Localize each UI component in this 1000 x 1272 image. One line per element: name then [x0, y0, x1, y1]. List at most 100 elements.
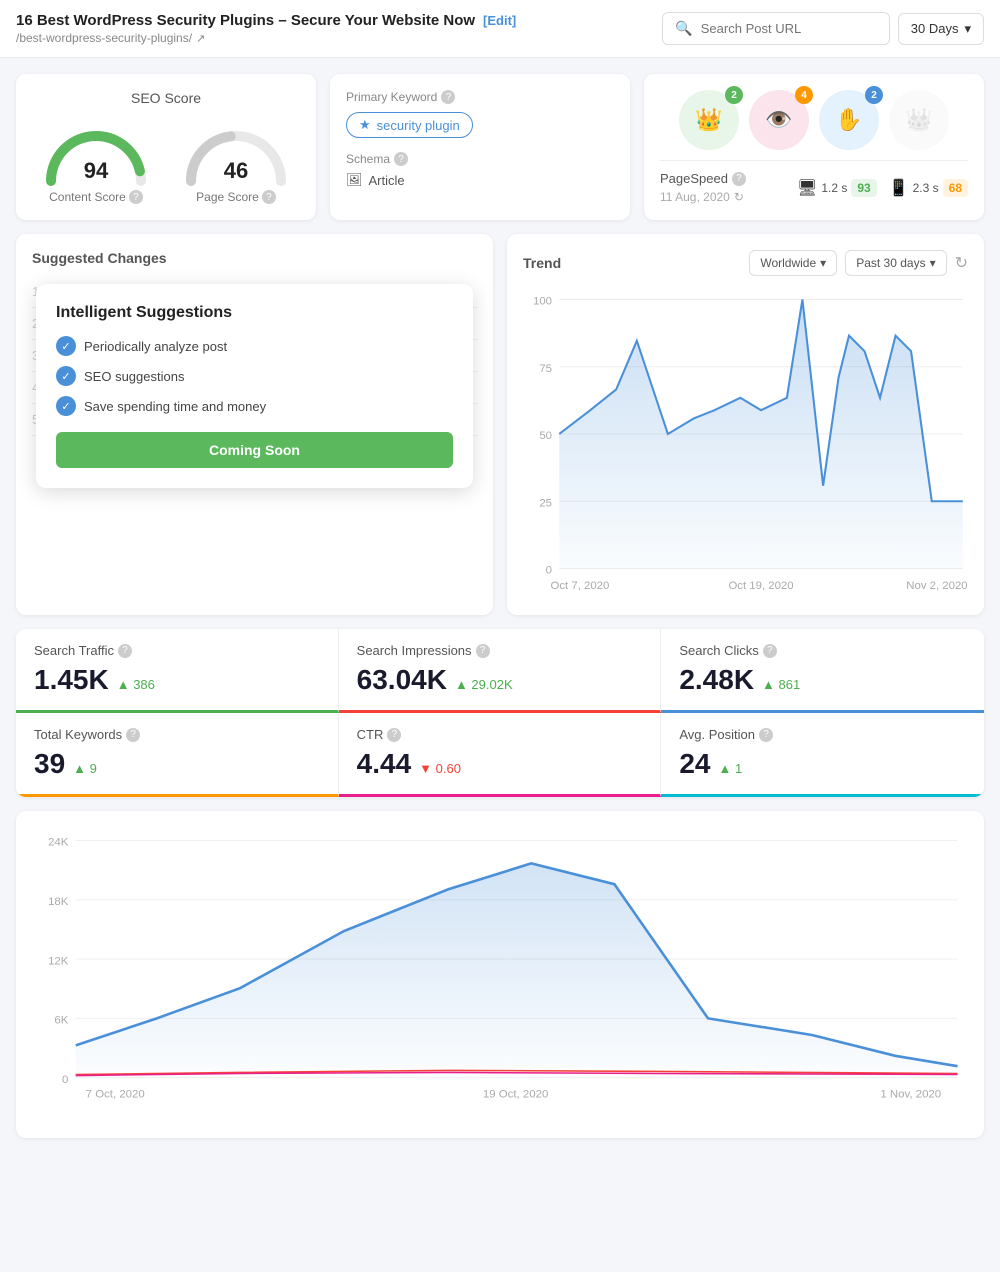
bot-y-24k: 24K: [48, 837, 69, 849]
search-traffic-help[interactable]: ?: [118, 644, 132, 658]
primary-keyword-label: Primary Keyword ?: [346, 90, 614, 104]
pagespeed-date: 11 Aug, 2020 ↻: [660, 190, 746, 204]
search-clicks-label: Search Clicks ?: [679, 643, 966, 658]
coming-soon-button[interactable]: Coming Soon: [56, 432, 453, 468]
keyword-tag[interactable]: ★ security plugin: [346, 112, 473, 138]
badge-item-1[interactable]: 👑 2: [679, 90, 739, 150]
desktop-icon: 🖥: [797, 178, 817, 198]
chevron-down-icon-period: ▾: [930, 256, 936, 270]
header: 16 Best WordPress Security Plugins – Sec…: [0, 0, 1000, 58]
y-label-0: 0: [546, 565, 552, 577]
badge-count-2: 4: [795, 86, 813, 104]
row-2: Suggested Changes 1es That Go... 2ebsite…: [16, 234, 984, 615]
ctr-card: CTR ? 4.44 ▼ 0.60: [339, 713, 662, 797]
page-score-help-icon[interactable]: ?: [262, 190, 276, 204]
ctr-change: ▼ 0.60: [419, 761, 461, 776]
check-icon-3: ✓: [56, 396, 76, 416]
pagespeed-help-icon[interactable]: ?: [732, 172, 746, 186]
trend-controls: Worldwide ▾ Past 30 days ▾ ↻: [749, 250, 968, 276]
trend-chart: 100 75 50 25 0: [523, 286, 968, 596]
avg-position-card: Avg. Position ? 24 ▲ 1: [661, 713, 984, 797]
badge-count-3: 2: [865, 86, 883, 104]
refresh-icon[interactable]: ↻: [734, 190, 744, 204]
period-dropdown[interactable]: Past 30 days ▾: [845, 250, 946, 276]
search-clicks-change: ▲ 861: [762, 677, 800, 692]
avg-position-help[interactable]: ?: [759, 728, 773, 742]
search-impressions-help[interactable]: ?: [476, 644, 490, 658]
edit-link[interactable]: [Edit]: [483, 13, 516, 28]
badge-item-2[interactable]: 👁️ 4: [749, 90, 809, 150]
content-score-svg: 94: [41, 116, 151, 186]
schema-help-icon[interactable]: ?: [394, 152, 408, 166]
total-keywords-change: ▲ 9: [73, 761, 97, 776]
score-gauges: 94 Content Score ? 46 Page Score: [41, 116, 291, 204]
content-score-label: Content Score ?: [49, 190, 143, 204]
intelligent-suggestions-overlay: Intelligent Suggestions ✓ Periodically a…: [36, 284, 473, 488]
ctr-help[interactable]: ?: [387, 728, 401, 742]
bot-y-12k: 12K: [48, 956, 69, 968]
page-score-value: 46: [224, 158, 248, 183]
search-traffic-change: ▲ 386: [117, 677, 155, 692]
ctr-value: 4.44 ▼ 0.60: [357, 748, 643, 780]
search-box[interactable]: 🔍: [662, 12, 889, 45]
desktop-metric: 🖥 1.2 s 93: [797, 178, 877, 198]
ctr-label: CTR ?: [357, 727, 643, 742]
avg-position-label: Avg. Position ?: [679, 727, 966, 742]
search-traffic-value: 1.45K ▲ 386: [34, 664, 320, 696]
suggested-changes-title: Suggested Changes: [32, 250, 477, 266]
total-keywords-card: Total Keywords ? 39 ▲ 9: [16, 713, 339, 797]
trend-refresh-icon[interactable]: ↻: [955, 253, 968, 273]
check-icon-1: ✓: [56, 336, 76, 356]
primary-keyword-card: Primary Keyword ? ★ security plugin Sche…: [330, 74, 630, 220]
metrics-row-1: Search Traffic ? 1.45K ▲ 386 Search Impr…: [16, 629, 984, 713]
page-title-text: 16 Best WordPress Security Plugins – Sec…: [16, 12, 475, 29]
header-left: 16 Best WordPress Security Plugins – Sec…: [16, 12, 516, 45]
schema-label: Schema ?: [346, 152, 614, 166]
search-traffic-label: Search Traffic ?: [34, 643, 320, 658]
bot-y-6k: 6K: [54, 1015, 68, 1027]
external-link-icon[interactable]: ↗: [196, 32, 205, 45]
chevron-down-icon: ▾: [964, 21, 971, 37]
trend-header: Trend Worldwide ▾ Past 30 days ▾ ↻: [523, 250, 968, 276]
search-input[interactable]: [701, 21, 877, 36]
search-clicks-value: 2.48K ▲ 861: [679, 664, 966, 696]
search-impressions-label: Search Impressions ?: [357, 643, 643, 658]
trend-area: [559, 299, 963, 568]
pk-help-icon[interactable]: ?: [441, 90, 455, 104]
seo-score-title: SEO Score: [131, 90, 201, 106]
days-dropdown[interactable]: 30 Days ▾: [898, 13, 984, 45]
total-keywords-label: Total Keywords ?: [34, 727, 320, 742]
content-score-help-icon[interactable]: ?: [129, 190, 143, 204]
page-url: /best-wordpress-security-plugins/ ↗: [16, 31, 516, 45]
pagespeed-metrics: 🖥 1.2 s 93 📱 2.3 s 68: [797, 178, 968, 198]
badges-card: 👑 2 👁️ 4 ✋ 2 👑 PageSpeed: [644, 74, 984, 220]
main-content: SEO Score 94 Content Score ?: [0, 58, 1000, 1154]
schema-value: 🖼 Article: [346, 172, 614, 188]
search-impressions-value: 63.04K ▲ 29.02K: [357, 664, 643, 696]
search-impressions-change: ▲ 29.02K: [455, 677, 513, 692]
total-keywords-help[interactable]: ?: [126, 728, 140, 742]
search-clicks-help[interactable]: ?: [763, 644, 777, 658]
y-label-100: 100: [533, 296, 552, 308]
metrics-row-2: Total Keywords ? 39 ▲ 9 CTR ? 4.44 ▼ 0.6…: [16, 713, 984, 797]
y-label-25: 25: [539, 497, 552, 509]
chevron-down-icon-location: ▾: [820, 256, 826, 270]
suggested-changes-card: Suggested Changes 1es That Go... 2ebsite…: [16, 234, 493, 615]
search-icon: 🔍: [675, 20, 692, 37]
bot-x-nov1: 1 Nov, 2020: [880, 1089, 941, 1101]
pagespeed-row: PageSpeed ? 11 Aug, 2020 ↻ 🖥 1.2 s 93: [660, 160, 968, 204]
page-score-svg: 46: [181, 116, 291, 186]
schema-icon: 🖼: [346, 172, 363, 188]
overlay-item-3: ✓ Save spending time and money: [56, 396, 453, 416]
mobile-metric: 📱 2.3 s 68: [889, 178, 968, 198]
badge-item-3[interactable]: ✋ 2: [819, 90, 879, 150]
location-dropdown[interactable]: Worldwide ▾: [749, 250, 837, 276]
overlay-item-2: ✓ SEO suggestions: [56, 366, 453, 386]
y-label-75: 75: [539, 363, 552, 375]
search-traffic-card: Search Traffic ? 1.45K ▲ 386: [16, 629, 339, 713]
search-clicks-card: Search Clicks ? 2.48K ▲ 861: [661, 629, 984, 713]
badge-count-1: 2: [725, 86, 743, 104]
badge-circle-4: 👑: [889, 90, 949, 150]
bottom-chart-card: 24K 18K 12K 6K 0 7 Oct, 2020 19 Oct, 202…: [16, 811, 984, 1137]
x-label-oct7: Oct 7, 2020: [551, 580, 610, 592]
